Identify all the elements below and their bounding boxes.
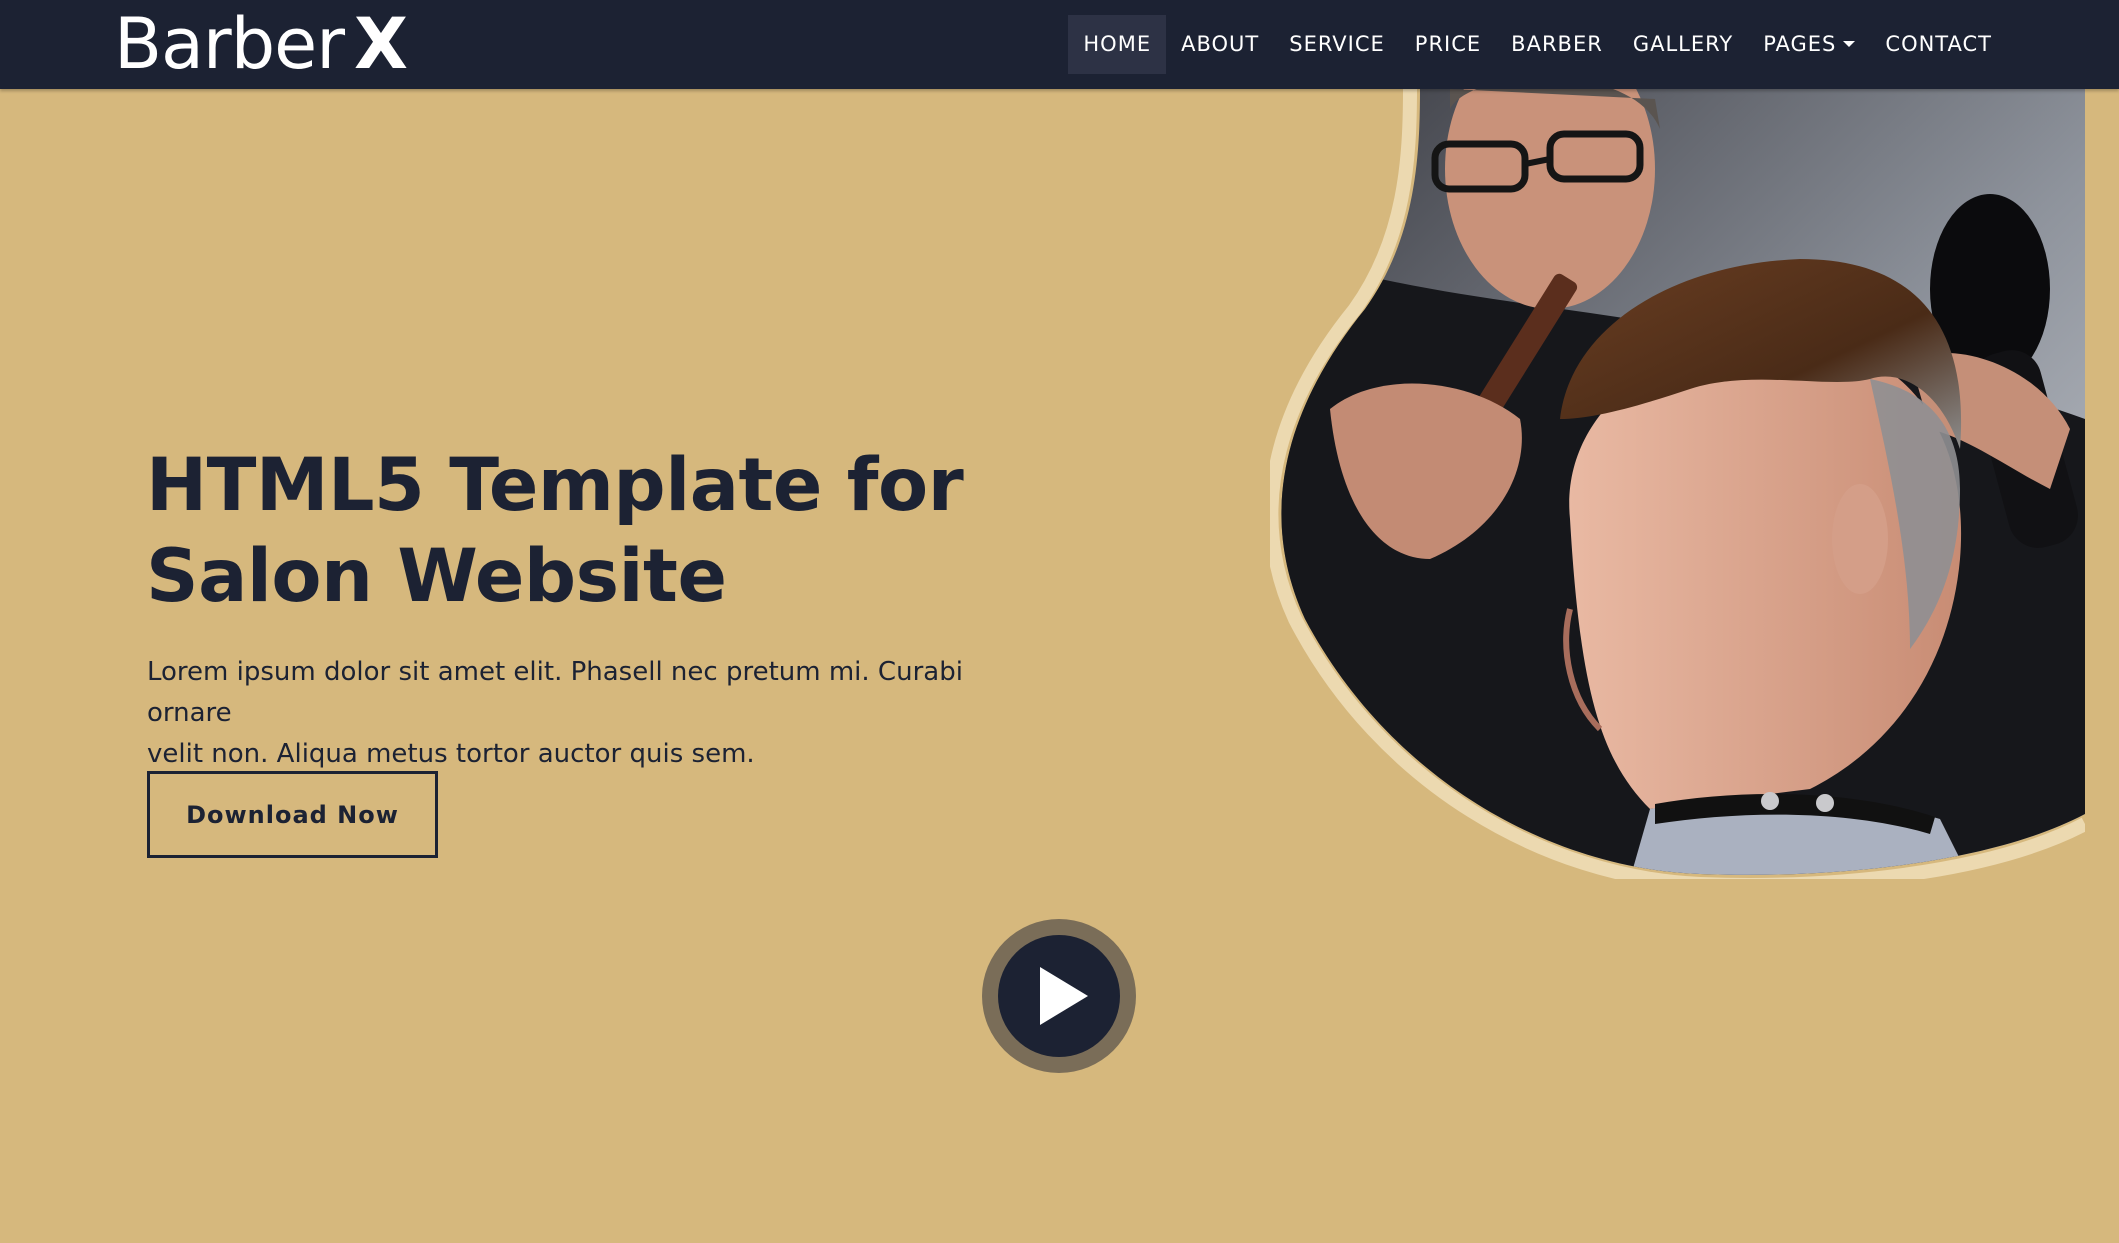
hero-description-line-2: velit non. Aliqua metus tortor auctor qu… (147, 739, 755, 769)
caret-down-icon (1843, 40, 1856, 47)
hero-barber-image (1270, 89, 2085, 879)
brand-logo[interactable]: Barber X (114, 2, 408, 87)
play-video-button[interactable] (982, 919, 1136, 1073)
brand-name: Barber (114, 3, 345, 85)
play-icon (1040, 967, 1088, 1025)
nav-item-gallery[interactable]: GALLERY (1618, 15, 1748, 74)
nav-item-service[interactable]: SERVICE (1274, 15, 1400, 74)
download-now-button[interactable]: Download Now (147, 771, 438, 858)
hero-description-line-1: Lorem ipsum dolor sit amet elit. Phasell… (147, 657, 963, 728)
nav-item-barber[interactable]: BARBER (1496, 15, 1618, 74)
hero-title: HTML5 Template for Salon Website (146, 440, 1046, 622)
play-button-inner (998, 935, 1120, 1057)
nav-item-price[interactable]: PRICE (1400, 15, 1496, 74)
navbar: Barber X HOME ABOUT SERVICE PRICE BARBER … (0, 0, 2119, 89)
nav-item-about[interactable]: ABOUT (1166, 15, 1274, 74)
hero-title-line-1: HTML5 Template for (146, 443, 964, 528)
main-nav: HOME ABOUT SERVICE PRICE BARBER GALLERY … (1068, 15, 2007, 74)
hero-description: Lorem ipsum dolor sit amet elit. Phasell… (147, 652, 1047, 775)
nav-item-home[interactable]: HOME (1068, 15, 1167, 74)
hero-title-line-2: Salon Website (146, 534, 727, 619)
brand-mark: X (353, 3, 408, 85)
nav-item-contact[interactable]: CONTACT (1870, 15, 2007, 74)
nav-item-pages-dropdown[interactable]: PAGES (1748, 15, 1870, 74)
